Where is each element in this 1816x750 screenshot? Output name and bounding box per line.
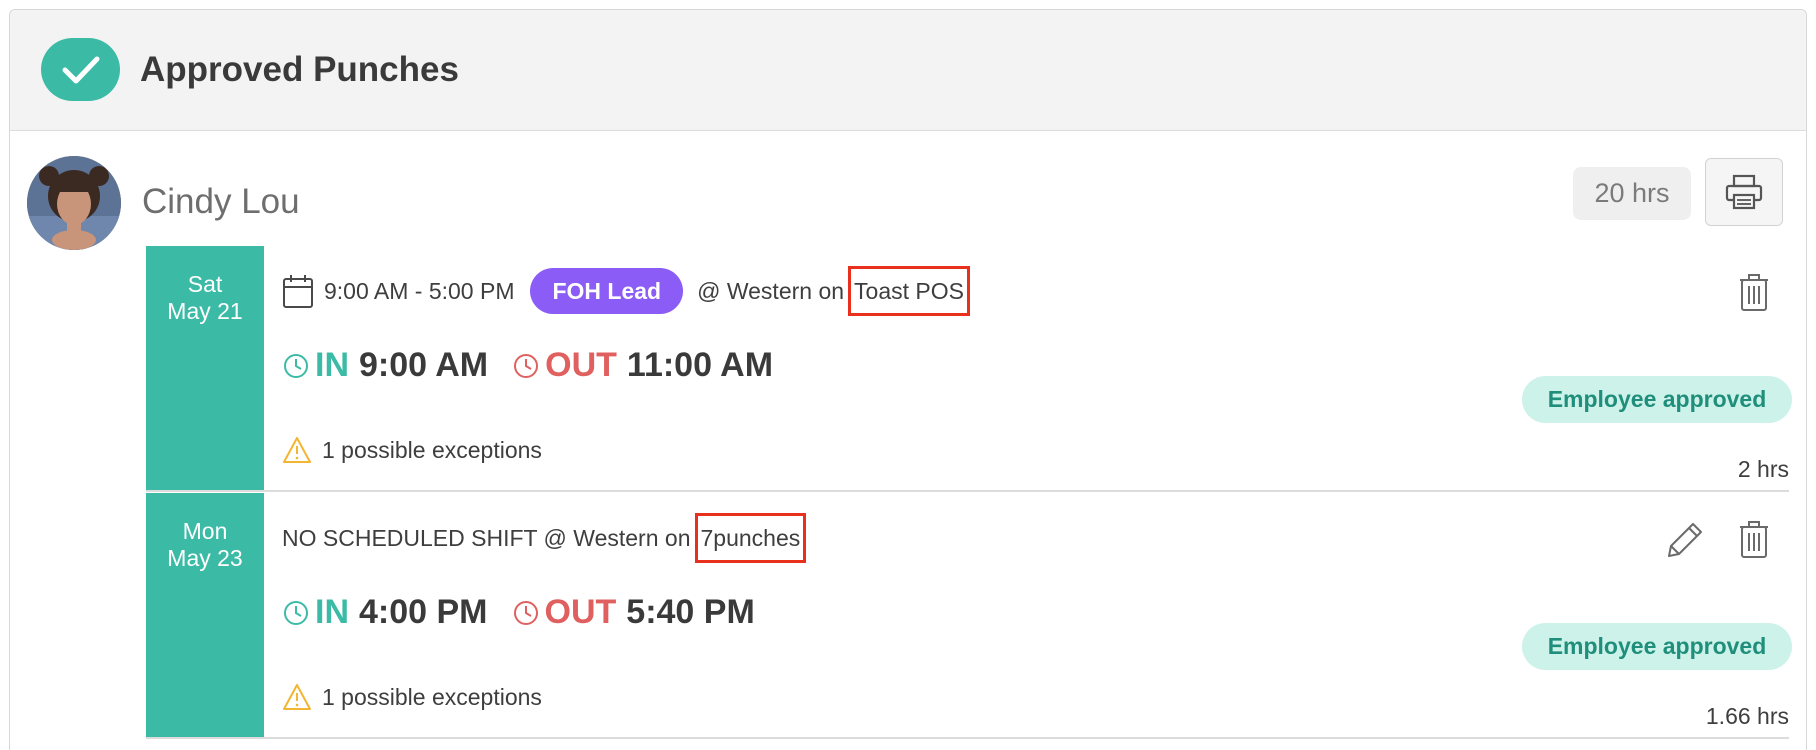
in-time: 4:00 PM [359,593,488,631]
exception-link[interactable]: 1 possible exceptions [282,683,542,711]
status-badge: Employee approved [1522,623,1792,670]
trash-icon [1740,274,1768,311]
clock-in-icon [282,599,310,627]
clock-out-icon [512,599,540,627]
status-badge: Employee approved [1522,376,1792,423]
shift-date: Mon May 23 [146,493,264,737]
shift-date-label: May 21 [167,298,243,324]
shift-date-label: May 23 [167,545,243,571]
printer-icon [1725,174,1763,210]
calendar-icon [282,273,314,309]
avatar [27,156,121,250]
check-icon [41,38,120,101]
exception-text: 1 possible exceptions [322,683,542,710]
out-time: 11:00 AM [626,346,774,384]
shift-hours: 1.66 hrs [1705,703,1789,729]
in-label: IN [315,346,349,384]
clock-out-icon [512,352,540,380]
delete-button[interactable] [1734,271,1774,315]
warning-icon [282,683,312,711]
shift-date: Sat May 21 [146,246,264,490]
card-header: Approved Punches [10,10,1806,131]
punch-times: IN 4:00 PM OUT 5:40 PM [282,593,755,632]
shift-schedule: 9:00 AM - 5:00 PM FOH Lead @ Western on … [282,266,970,316]
punch-times: IN 9:00 AM OUT 11:00 AM [282,346,773,385]
role-badge: FOH Lead [530,268,684,314]
shift-row: Mon May 23 NO SCHEDULED SHIFT @ Western … [146,493,1792,739]
shift-row: Sat May 21 9:00 AM - 5:00 PM FOH Lead @ … [146,246,1792,492]
out-time: 5:40 PM [626,593,755,631]
in-label: IN [315,593,349,631]
punch-source: Toast POS [848,266,970,316]
out-label: OUT [545,346,617,384]
shift-schedule: NO SCHEDULED SHIFT @ Western on 7punches [282,513,807,563]
exception-link[interactable]: 1 possible exceptions [282,436,542,464]
punch-source: 7punches [694,513,807,563]
shift-hours: 2 hrs [1737,456,1789,482]
shift-day: Sat [187,271,223,297]
trash-icon [1740,521,1768,558]
location-text: @ Western on [697,277,845,304]
clock-in-icon [282,352,310,380]
warning-icon [282,436,312,464]
in-time: 9:00 AM [359,346,489,384]
schedule-text: NO SCHEDULED SHIFT @ Western on [282,524,691,551]
edit-button[interactable] [1663,518,1707,562]
page-title: Approved Punches [140,50,459,89]
pencil-icon [1668,523,1702,557]
out-label: OUT [544,593,617,631]
print-button[interactable] [1705,158,1783,226]
employee-name: Cindy Lou [142,182,300,221]
scheduled-time: 9:00 AM - 5:00 PM [324,277,515,304]
exception-text: 1 possible exceptions [322,436,542,463]
delete-button[interactable] [1734,518,1774,562]
approved-punches-card: Approved Punches Cindy Lou 20 hrs Sat Ma… [9,9,1807,750]
total-hours-badge: 20 hrs [1573,167,1691,220]
shift-day: Mon [182,518,228,544]
